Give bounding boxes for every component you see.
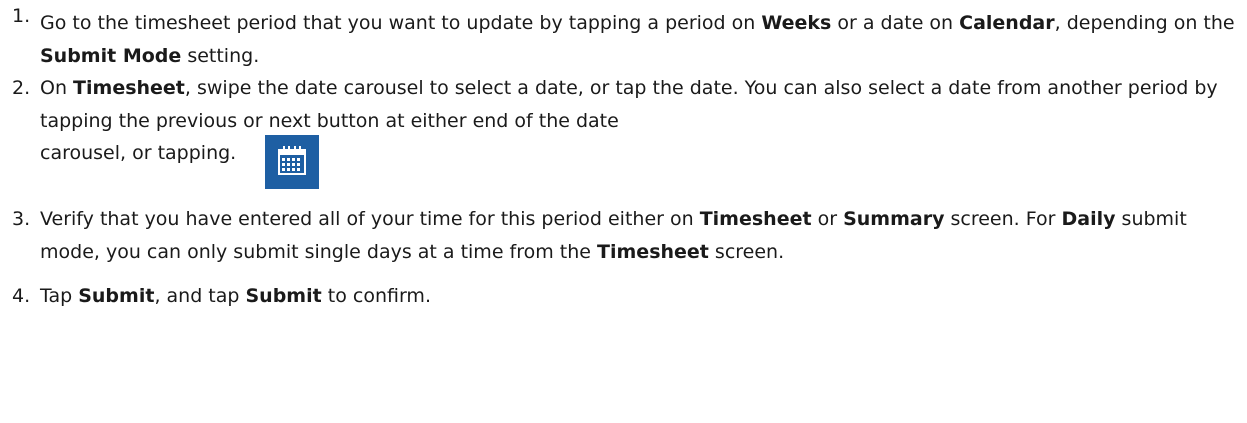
bold-term: Timesheet [73,77,185,99]
bold-term: Summary [843,208,945,230]
bold-term: Daily [1061,208,1116,230]
step-text-tail: carousel, or tapping. [40,142,237,164]
step-number: 1. [12,5,31,27]
step-4: 4. Tap Submit, and tap Submit to confirm… [0,280,1247,313]
bold-term: Submit [245,285,322,307]
text-run: On [40,77,74,99]
text-run: or [811,208,844,230]
step-3: 3. Verify that you have entered all of y… [0,203,1247,268]
bold-term: Submit Mode [40,44,182,67]
text-run: , and tap [154,285,246,307]
step-number: 3. [12,208,31,230]
text-run: , swipe the date carousel to select a da… [40,77,1218,132]
text-run: to confirm. [321,285,431,307]
step-2: 2. On Timesheet, swipe the date carousel… [0,72,1247,189]
step-text: On Timesheet, swipe the date carousel to… [40,77,1218,132]
bold-term: Calendar [959,12,1055,34]
step-text: Verify that you have entered all of your… [40,208,1187,263]
text-run: screen. [708,240,785,263]
text-run: Tap [40,285,79,307]
bold-term: Submit [78,285,155,307]
text-run: setting. [181,44,260,67]
step-1: 1. Go to the timesheet period that you w… [0,0,1247,72]
text-run: Verify that you have entered all of your… [40,208,700,230]
text-run: or a date on [831,12,960,34]
step-number: 4. [12,285,31,307]
text-run: screen. For [944,208,1062,230]
calendar-icon[interactable] [265,135,320,189]
bold-term: Weeks [761,12,832,34]
instruction-steps: 1. Go to the timesheet period that you w… [0,0,1247,313]
text-run: Go to the timesheet period that you want… [40,12,762,34]
bold-term: Timesheet [597,240,709,263]
step-text: Tap Submit, and tap Submit to confirm. [40,285,431,307]
step-2-icon-line: carousel, or tapping. [40,135,1237,189]
bold-term: Timesheet [699,208,812,230]
step-number: 2. [12,77,31,99]
text-run: , depending on the [1054,12,1235,34]
step-text: Go to the timesheet period that you want… [40,12,1235,67]
